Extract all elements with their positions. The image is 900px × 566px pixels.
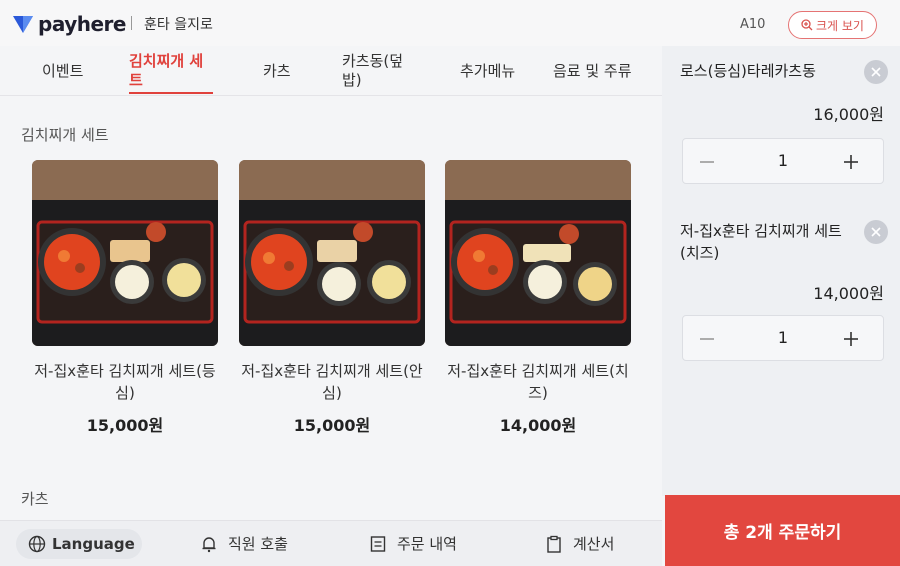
- brand-name: payhere: [38, 12, 126, 36]
- close-icon: [871, 67, 881, 77]
- quantity-stepper: 1: [682, 138, 884, 184]
- logo: payhere: [12, 12, 126, 36]
- plus-icon[interactable]: [841, 152, 861, 172]
- section-title-katsu: 카츠: [21, 490, 49, 508]
- cart-item-price: 16,000원: [813, 105, 884, 124]
- bill-button[interactable]: 계산서: [545, 533, 614, 554]
- call-staff-button[interactable]: 직원 호출: [200, 533, 288, 554]
- language-label: Language: [52, 535, 135, 553]
- order-button[interactable]: 총 2개 주문하기: [665, 495, 900, 566]
- category-tabs: 이벤트 김치찌개 세트 카츠 카츠동(덮밥) 추가메뉴 음료 및 주류: [0, 46, 662, 96]
- plus-icon[interactable]: [841, 329, 861, 349]
- zoom-button-label: 크게 보기: [816, 18, 864, 33]
- menu-item-name: 저-집x훈타 김치찌개 세트(등심): [34, 362, 216, 402]
- cart-item-name: 로스(등심)타레카츠동: [680, 62, 816, 80]
- cart-item-price: 14,000원: [813, 284, 884, 303]
- tab-katsudon[interactable]: 카츠동(덮밥): [342, 52, 414, 90]
- quantity-value: 1: [777, 151, 789, 170]
- quantity-stepper: 1: [682, 315, 884, 361]
- header: payhere 훈타 을지로 A10 크게 보기: [0, 0, 900, 46]
- language-button[interactable]: Language: [16, 529, 142, 559]
- bottom-bar: Language 직원 호출 주문 내역 계산서: [0, 520, 662, 566]
- menu-item-photo: [239, 160, 425, 346]
- tab-event[interactable]: 이벤트: [42, 62, 83, 81]
- section-title-kimchi: 김치찌개 세트: [21, 126, 109, 144]
- remove-item-button[interactable]: [864, 60, 888, 84]
- call-staff-label: 직원 호출: [228, 535, 288, 553]
- quantity-value: 1: [777, 328, 789, 347]
- tab-drinks[interactable]: 음료 및 주류: [553, 62, 632, 81]
- bell-icon: [202, 536, 216, 552]
- table-number: A10: [740, 17, 766, 32]
- remove-item-button[interactable]: [864, 220, 888, 244]
- order-history-label: 주문 내역: [397, 535, 457, 553]
- menu-item-price: 15,000원: [86, 416, 164, 435]
- brand-logo-icon: [13, 16, 33, 33]
- menu-item-name: 저-집x훈타 김치찌개 세트(치즈): [447, 362, 629, 402]
- tab-extra-menu[interactable]: 추가메뉴: [460, 62, 515, 81]
- order-history-button[interactable]: 주문 내역: [369, 533, 457, 554]
- zoom-in-icon: [801, 19, 813, 31]
- cart-item-name: 저-집x훈타 김치찌개 세트(치즈): [680, 222, 842, 262]
- clipboard-icon: [547, 535, 561, 553]
- menu-card[interactable]: 저-집x훈타 김치찌개 세트(치즈) 14,000원: [445, 160, 631, 436]
- tab-katsu[interactable]: 카츠: [263, 62, 291, 81]
- tab-kimchi-set[interactable]: 김치찌개 세트: [129, 52, 213, 90]
- minus-icon[interactable]: [697, 152, 717, 172]
- menu-item-name: 저-집x훈타 김치찌개 세트(안심): [241, 362, 423, 402]
- active-tab-indicator: [129, 92, 213, 94]
- cart-panel: 로스(등심)타레카츠동 16,000원 1 저-집x훈타 김치찌개 세트(치즈): [662, 46, 900, 496]
- globe-icon: [28, 535, 46, 553]
- menu-item-price: 15,000원: [293, 416, 371, 435]
- bill-label: 계산서: [573, 535, 615, 553]
- menu-item-photo: [32, 160, 218, 346]
- menu-item-price: 14,000원: [499, 416, 577, 435]
- header-divider: [131, 16, 132, 30]
- zoom-button[interactable]: 크게 보기: [788, 11, 877, 39]
- menu-panel: 이벤트 김치찌개 세트 카츠 카츠동(덮밥) 추가메뉴 음료 및 주류 김치찌개…: [0, 46, 662, 520]
- store-name: 훈타 을지로: [144, 17, 213, 33]
- menu-card[interactable]: 저-집x훈타 김치찌개 세트(등심) 15,000원: [32, 160, 218, 436]
- menu-card[interactable]: 저-집x훈타 김치찌개 세트(안심) 15,000원: [239, 160, 425, 436]
- minus-icon[interactable]: [697, 329, 717, 349]
- menu-item-photo: [445, 160, 631, 346]
- close-icon: [871, 227, 881, 237]
- receipt-list-icon: [370, 535, 386, 552]
